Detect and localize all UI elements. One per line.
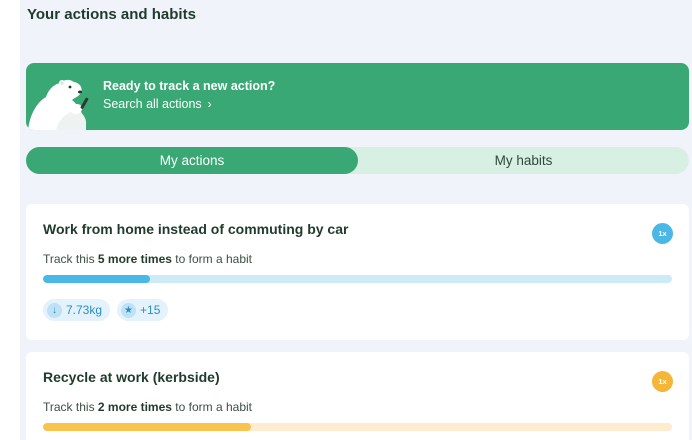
banner-title: Ready to track a new action?: [103, 79, 276, 93]
habit-progress-text: Track this 2 more times to form a habit: [43, 400, 252, 414]
habit-progress-text: Track this 5 more times to form a habit: [43, 252, 252, 266]
star-icon: ★: [121, 302, 137, 318]
page-title: Your actions and habits: [27, 6, 196, 23]
search-all-actions-label: Search all actions: [103, 97, 202, 111]
chevron-right-icon: ›: [207, 97, 212, 111]
track-prefix: Track this: [43, 400, 95, 414]
actions-panel: Your actions and habits Ready to track a…: [20, 0, 692, 440]
tab-my-habits[interactable]: My habits: [358, 147, 689, 174]
search-all-actions-link[interactable]: Search all actions ›: [103, 97, 212, 111]
action-title: Recycle at work (kerbside): [43, 369, 220, 385]
track-new-action-banner[interactable]: Ready to track a new action? Search all …: [26, 63, 689, 130]
habit-progress-bar: [43, 275, 672, 283]
points-chip: ★ +15: [117, 299, 169, 321]
habit-progress-bar: [43, 423, 672, 431]
track-count: 5 more times: [97, 252, 172, 266]
track-count: 2 more times: [97, 400, 172, 414]
carbon-saved-value: 7.73kg: [66, 303, 103, 317]
action-title: Work from home instead of commuting by c…: [43, 221, 349, 237]
arrow-down-icon: ↓: [47, 302, 62, 318]
left-margin: [0, 0, 20, 440]
carbon-saved-chip: ↓ 7.73kg: [43, 299, 111, 321]
track-suffix: to form a habit: [175, 400, 253, 414]
action-card-recycle-at-work[interactable]: Recycle at work (kerbside) 1x Track this…: [26, 352, 689, 440]
habit-progress-fill: [43, 423, 251, 431]
polar-bear-illustration: [28, 79, 89, 130]
track-prefix: Track this: [43, 252, 95, 266]
impact-chips: ↓ 7.73kg ★ +15: [43, 299, 169, 321]
action-card-work-from-home[interactable]: Work from home instead of commuting by c…: [26, 204, 689, 340]
tab-my-actions[interactable]: My actions: [26, 147, 358, 174]
frequency-badge: 1x: [652, 223, 673, 244]
track-suffix: to form a habit: [175, 252, 253, 266]
habit-progress-fill: [43, 275, 150, 283]
frequency-badge: 1x: [652, 371, 673, 392]
points-value: +15: [140, 303, 161, 317]
actions-habits-tabs: My actions My habits: [26, 147, 689, 174]
